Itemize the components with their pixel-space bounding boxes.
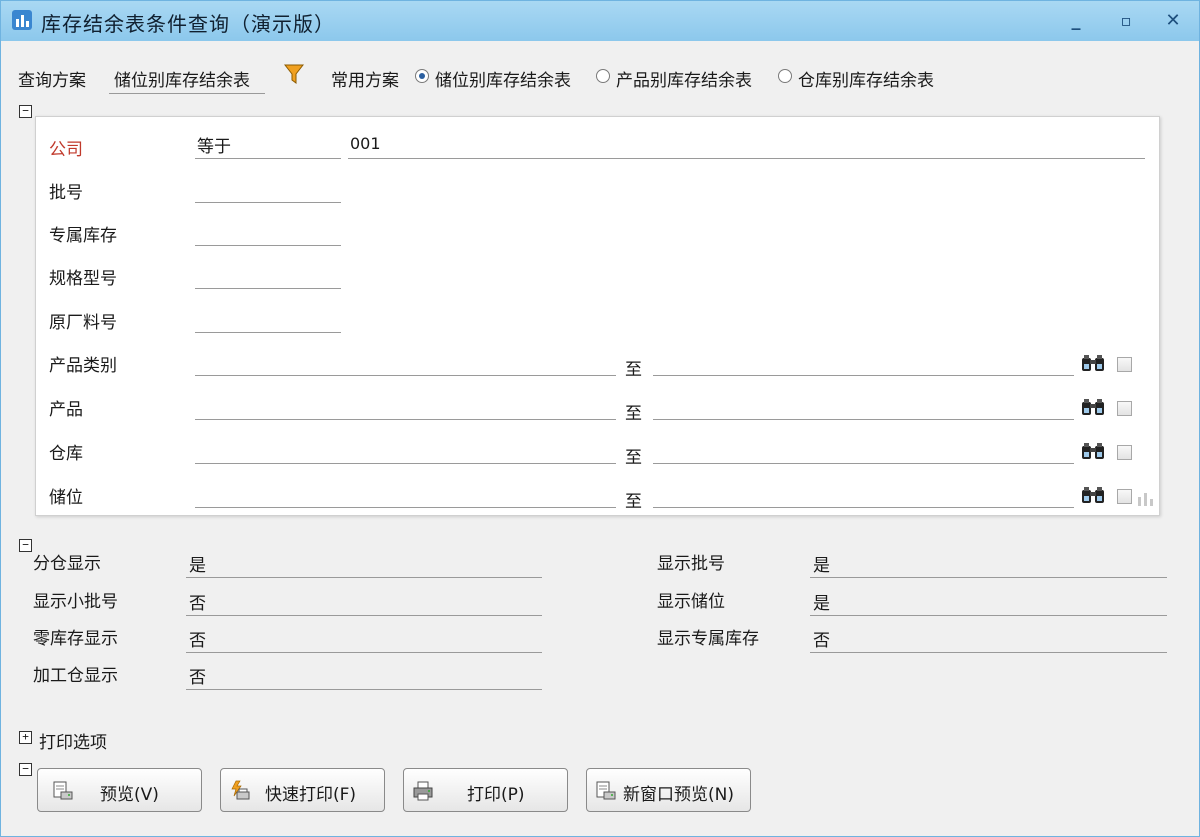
range-from-underline (195, 375, 616, 376)
company-input[interactable]: 001 (350, 134, 381, 153)
display-left-1-select[interactable]: 否 (189, 589, 206, 614)
display-right-2-select[interactable]: 否 (813, 626, 830, 651)
display-left-1-underline (186, 615, 542, 616)
radio-option-2[interactable] (778, 69, 792, 83)
query-window: 库存结余表条件查询（演示版） _ ▫ ✕ 查询方案 储位别库存结余表 常用方案 … (0, 0, 1200, 837)
range-to-underline (653, 419, 1074, 420)
display-right-0-underline (810, 577, 1167, 578)
display-left-0-underline (186, 577, 542, 578)
range-checkbox[interactable] (1117, 401, 1132, 416)
range-separator: 至 (625, 492, 642, 512)
range-separator: 至 (625, 448, 642, 468)
print-button-label: 打印(P) (467, 785, 525, 805)
print-button[interactable]: 打印(P) (403, 768, 568, 812)
common-scheme-label: 常用方案 (331, 71, 399, 91)
company-label: 公司 (49, 140, 83, 160)
quick-print-button[interactable]: 快速打印(F) (220, 768, 385, 812)
title-bar[interactable]: 库存结余表条件查询（演示版） _ ▫ ✕ (1, 1, 1199, 41)
spec-model-label: 规格型号 (49, 269, 117, 289)
new-window-preview-button[interactable]: 新窗口预览(N) (586, 768, 751, 812)
range-label: 产品 (49, 400, 83, 420)
maximize-button[interactable]: ▫ (1106, 6, 1146, 36)
range-label: 储位 (49, 488, 83, 508)
display-left-3-label: 加工仓显示 (33, 666, 118, 686)
exclusive-stock-label: 专属库存 (49, 226, 117, 246)
minimize-button[interactable]: _ (1056, 6, 1096, 36)
binoculars-icon[interactable] (1081, 354, 1105, 372)
display-left-3-select[interactable]: 否 (189, 663, 206, 688)
range-to-underline (653, 375, 1074, 376)
company-operator-select[interactable]: 等于 (197, 132, 231, 157)
exclusive-stock-underline (195, 245, 341, 246)
binoculars-icon[interactable] (1081, 398, 1105, 416)
range-from-underline (195, 507, 616, 508)
radio-option-0-label[interactable]: 储位别库存结余表 (435, 66, 571, 91)
conditions-collapse-toggle[interactable]: − (19, 105, 32, 118)
company-underline (348, 158, 1145, 159)
scheme-label: 查询方案 (18, 71, 86, 91)
quick-print-icon (231, 780, 250, 800)
spec-model-underline (195, 288, 341, 289)
range-checkbox[interactable] (1117, 357, 1132, 372)
display-right-0-select[interactable]: 是 (813, 551, 830, 576)
print-options-expand-toggle[interactable]: + (19, 731, 32, 744)
range-checkbox[interactable] (1117, 489, 1132, 504)
batch-no-label: 批号 (49, 183, 83, 203)
printer-icon (413, 781, 433, 801)
display-left-0-label: 分仓显示 (33, 554, 101, 574)
display-left-1-label: 显示小批号 (33, 592, 118, 612)
binoculars-icon[interactable] (1081, 486, 1105, 504)
preview-button-label: 预览(V) (100, 785, 159, 805)
range-label: 仓库 (49, 444, 83, 464)
new-window-preview-button-label: 新窗口预览(N) (623, 785, 734, 805)
display-left-2-underline (186, 652, 542, 653)
buttons-collapse-toggle[interactable]: − (19, 763, 32, 776)
display-left-3-underline (186, 689, 542, 690)
display-right-1-underline (810, 615, 1167, 616)
conditions-panel: 公司 等于 001 批号 专属库存 规格型号 原厂料号 产品类别 至 产品 至 … (35, 116, 1160, 516)
binoculars-icon[interactable] (1081, 442, 1105, 460)
factory-part-no-label: 原厂料号 (49, 313, 117, 333)
scheme-select[interactable]: 储位别库存结余表 (114, 66, 250, 91)
factory-part-no-underline (195, 332, 341, 333)
display-right-0-label: 显示批号 (657, 554, 725, 574)
radio-option-2-label[interactable]: 仓库别库存结余表 (798, 66, 934, 91)
display-right-2-label: 显示专属库存 (657, 629, 759, 649)
close-button[interactable]: ✕ (1153, 6, 1193, 36)
preview-button[interactable]: 预览(V) (37, 768, 202, 812)
range-separator: 至 (625, 360, 642, 380)
display-left-2-label: 零库存显示 (33, 629, 118, 649)
display-options-collapse-toggle[interactable]: − (19, 539, 32, 552)
print-options-label[interactable]: 打印选项 (39, 728, 107, 753)
range-to-underline (653, 463, 1074, 464)
new-window-preview-icon (596, 781, 616, 800)
radio-option-1[interactable] (596, 69, 610, 83)
display-right-1-select[interactable]: 是 (813, 589, 830, 614)
preview-icon (53, 781, 73, 800)
quick-print-button-label: 快速打印(F) (265, 785, 357, 805)
operator-underline (195, 158, 341, 159)
range-from-underline (195, 419, 616, 420)
display-left-0-select[interactable]: 是 (189, 551, 206, 576)
range-to-underline (653, 507, 1074, 508)
range-checkbox[interactable] (1117, 445, 1132, 460)
resize-grip-icon[interactable] (1136, 489, 1156, 507)
batch-no-underline (195, 202, 341, 203)
range-label: 产品类别 (49, 356, 117, 376)
range-from-underline (195, 463, 616, 464)
radio-option-0[interactable] (415, 69, 429, 83)
radio-option-1-label[interactable]: 产品别库存结余表 (616, 66, 752, 91)
window-title: 库存结余表条件查询（演示版） (41, 12, 335, 36)
display-right-2-underline (810, 652, 1167, 653)
filter-icon[interactable] (284, 63, 304, 85)
scheme-underline (109, 93, 265, 94)
display-right-1-label: 显示储位 (657, 592, 725, 612)
app-chart-icon (12, 10, 32, 30)
range-separator: 至 (625, 404, 642, 424)
display-left-2-select[interactable]: 否 (189, 626, 206, 651)
